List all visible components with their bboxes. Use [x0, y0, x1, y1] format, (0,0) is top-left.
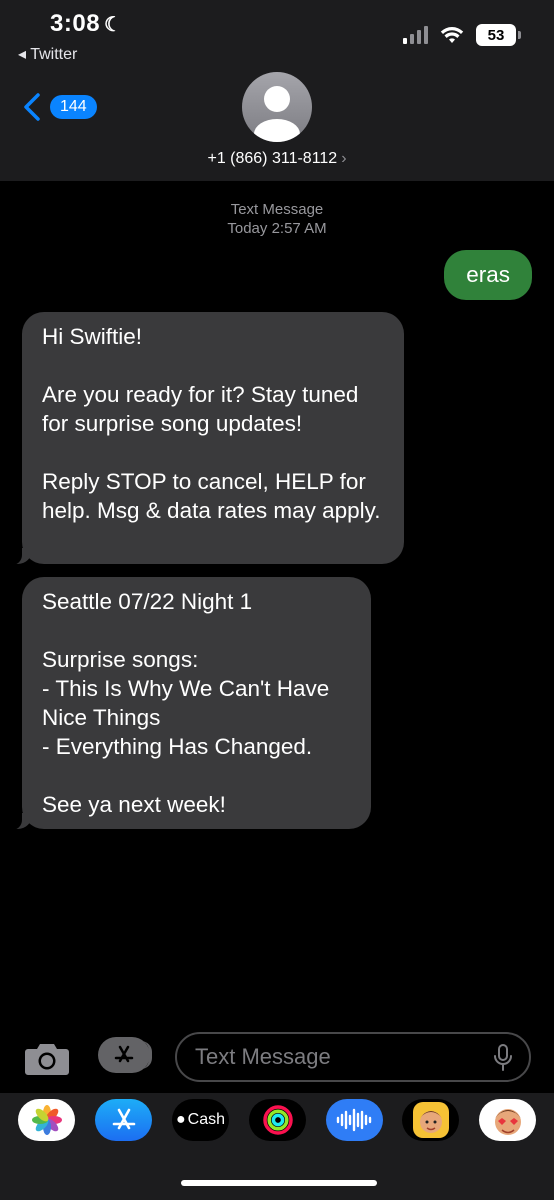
incoming-message-bubble[interactable]: Seattle 07/22 Night 1 Surprise songs: - … [10, 577, 371, 830]
cellular-signal-icon [403, 26, 428, 44]
memoji-icon[interactable] [402, 1099, 459, 1141]
timestamp-service-label: Text Message [230, 201, 324, 218]
chevron-left-icon [24, 93, 40, 121]
home-indicator[interactable] [181, 1180, 377, 1186]
message-text-input[interactable]: Text Message [175, 1032, 531, 1082]
photos-icon[interactable] [18, 1099, 75, 1141]
app-store-a-icon [112, 1108, 135, 1130]
message-timestamp: Text Message Today 2:57 AM [0, 200, 554, 238]
microphone-icon[interactable] [493, 1044, 513, 1072]
clock: 3:08 [50, 10, 101, 37]
message-input-placeholder: Text Message [195, 1044, 331, 1069]
app-store-icon [114, 1045, 134, 1063]
message-text: eras [466, 262, 510, 287]
chevron-right-icon: › [341, 150, 347, 167]
memoji-stickers-icon[interactable] [479, 1099, 536, 1141]
camera-icon[interactable] [24, 1039, 70, 1077]
message-text: Seattle 07/22 Night 1 Surprise songs: - … [42, 589, 330, 817]
status-time: 3:08 ☾ [50, 10, 122, 38]
incoming-message-bubble[interactable]: Hi Swiftie! Are you ready for it? Stay t… [10, 312, 404, 565]
focus-moon-icon: ☾ [104, 14, 123, 36]
contact-name[interactable]: +1 (866) 311-8112 › [0, 150, 554, 168]
back-to-conversations-button[interactable]: 144 [20, 92, 97, 122]
status-indicators: 53 [403, 24, 521, 46]
person-silhouette-icon [254, 86, 300, 142]
conversation-header: 3:08 ☾ ◂ Twitter 53 144 +1 (866) 311-8112… [0, 0, 554, 181]
contact-phone-number: +1 (866) 311-8112 [207, 150, 338, 167]
bubble-tail [10, 547, 32, 565]
timestamp-time: Today 2:57 AM [227, 220, 327, 237]
contact-avatar[interactable] [242, 72, 312, 142]
unread-count-badge: 144 [50, 95, 97, 119]
apple-cash-icon[interactable]: ● Cash [172, 1099, 229, 1141]
battery-indicator: 53 [476, 24, 521, 46]
memoji-sticker-face-icon [494, 1109, 521, 1135]
activity-icon[interactable] [249, 1099, 306, 1141]
activity-rings-icon [262, 1105, 293, 1135]
apple-logo-icon: ● [175, 1111, 186, 1128]
apple-cash-label: Cash [187, 1111, 226, 1128]
bubble-tail [10, 812, 32, 830]
message-text: Hi Swiftie! Are you ready for it? Stay t… [42, 324, 381, 523]
message-composer: Text Message [0, 1025, 554, 1093]
memoji-face-icon [412, 1102, 449, 1138]
audio-message-icon[interactable] [326, 1099, 383, 1141]
photos-flower-icon [31, 1105, 62, 1135]
status-back-to-twitter[interactable]: ◂ Twitter [18, 44, 77, 64]
outgoing-message-bubble[interactable]: eras [444, 250, 532, 300]
waveform-icon [336, 1108, 371, 1132]
app-store-icon[interactable] [95, 1099, 152, 1141]
app-drawer-button[interactable] [98, 1037, 152, 1073]
wifi-icon [440, 27, 464, 43]
